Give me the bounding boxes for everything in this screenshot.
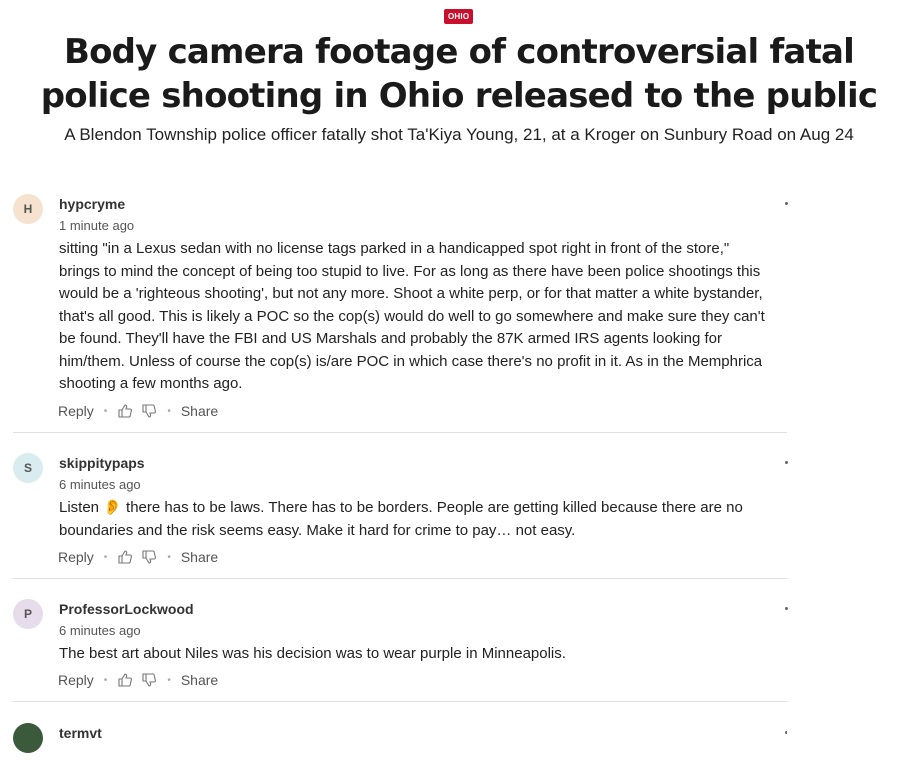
- comment-actions: Reply • • Share: [58, 402, 218, 420]
- comment-menu-icon[interactable]: [785, 461, 788, 464]
- separator-dot: •: [103, 405, 108, 417]
- comment-text: The best art about Niles was his decisio…: [59, 645, 566, 662]
- comment: P ProfessorLockwood 6 minutes ago The be…: [13, 599, 788, 702]
- comment-menu-icon[interactable]: [785, 731, 787, 734]
- comment-timestamp: 6 minutes ago: [59, 623, 141, 638]
- separator-dot: •: [103, 551, 108, 563]
- article-headline: Body camera footage of controversial fat…: [40, 32, 878, 116]
- category-tag[interactable]: OHIO: [444, 9, 474, 24]
- comment-username[interactable]: ProfessorLockwood: [59, 601, 194, 617]
- share-button[interactable]: Share: [181, 403, 218, 419]
- thumbs-up-icon[interactable]: [117, 672, 133, 688]
- avatar[interactable]: S: [13, 453, 43, 483]
- article-subhead: A Blendon Township police officer fatall…: [64, 125, 854, 144]
- reply-button[interactable]: Reply: [58, 672, 94, 688]
- separator-dot: •: [167, 551, 171, 563]
- separator-dot: •: [167, 405, 171, 417]
- thumbs-down-icon[interactable]: [141, 672, 157, 688]
- comment-divider: [13, 701, 787, 702]
- avatar[interactable]: [13, 723, 43, 753]
- avatar[interactable]: P: [13, 599, 43, 629]
- thumbs-down-icon[interactable]: [141, 549, 157, 565]
- comment-actions: Reply • • Share: [58, 548, 218, 566]
- reply-button[interactable]: Reply: [58, 549, 94, 565]
- comment: termvt: [13, 723, 787, 760]
- comment-username[interactable]: termvt: [59, 725, 102, 741]
- comment-username[interactable]: skippitypaps: [59, 455, 145, 471]
- share-button[interactable]: Share: [181, 672, 218, 688]
- comment: S skippitypaps 6 minutes ago Listen 👂 th…: [13, 453, 788, 579]
- article-header: OHIO Body camera footage of controversia…: [0, 0, 898, 150]
- thumbs-down-icon[interactable]: [141, 403, 157, 419]
- comment-timestamp: 1 minute ago: [59, 218, 135, 233]
- comment-text: Listen 👂 there has to be laws. There has…: [59, 499, 743, 539]
- comment-divider: [13, 578, 787, 579]
- header-fade: [0, 150, 898, 164]
- avatar[interactable]: H: [13, 194, 43, 224]
- comment-text: sitting "in a Lexus sedan with no licens…: [59, 240, 765, 392]
- thumbs-up-icon[interactable]: [117, 549, 133, 565]
- comment-actions: Reply • • Share: [58, 671, 218, 689]
- comment: H hypcryme 1 minute ago sitting "in a Le…: [13, 194, 788, 433]
- comment-timestamp: 6 minutes ago: [59, 477, 141, 492]
- comment-divider: [13, 432, 787, 433]
- comment-username[interactable]: hypcryme: [59, 196, 125, 212]
- separator-dot: •: [167, 674, 171, 686]
- separator-dot: •: [103, 674, 108, 686]
- comment-menu-icon[interactable]: [785, 607, 788, 610]
- comment-menu-icon[interactable]: [785, 202, 788, 205]
- share-button[interactable]: Share: [181, 549, 218, 565]
- thumbs-up-icon[interactable]: [117, 403, 133, 419]
- reply-button[interactable]: Reply: [58, 403, 94, 419]
